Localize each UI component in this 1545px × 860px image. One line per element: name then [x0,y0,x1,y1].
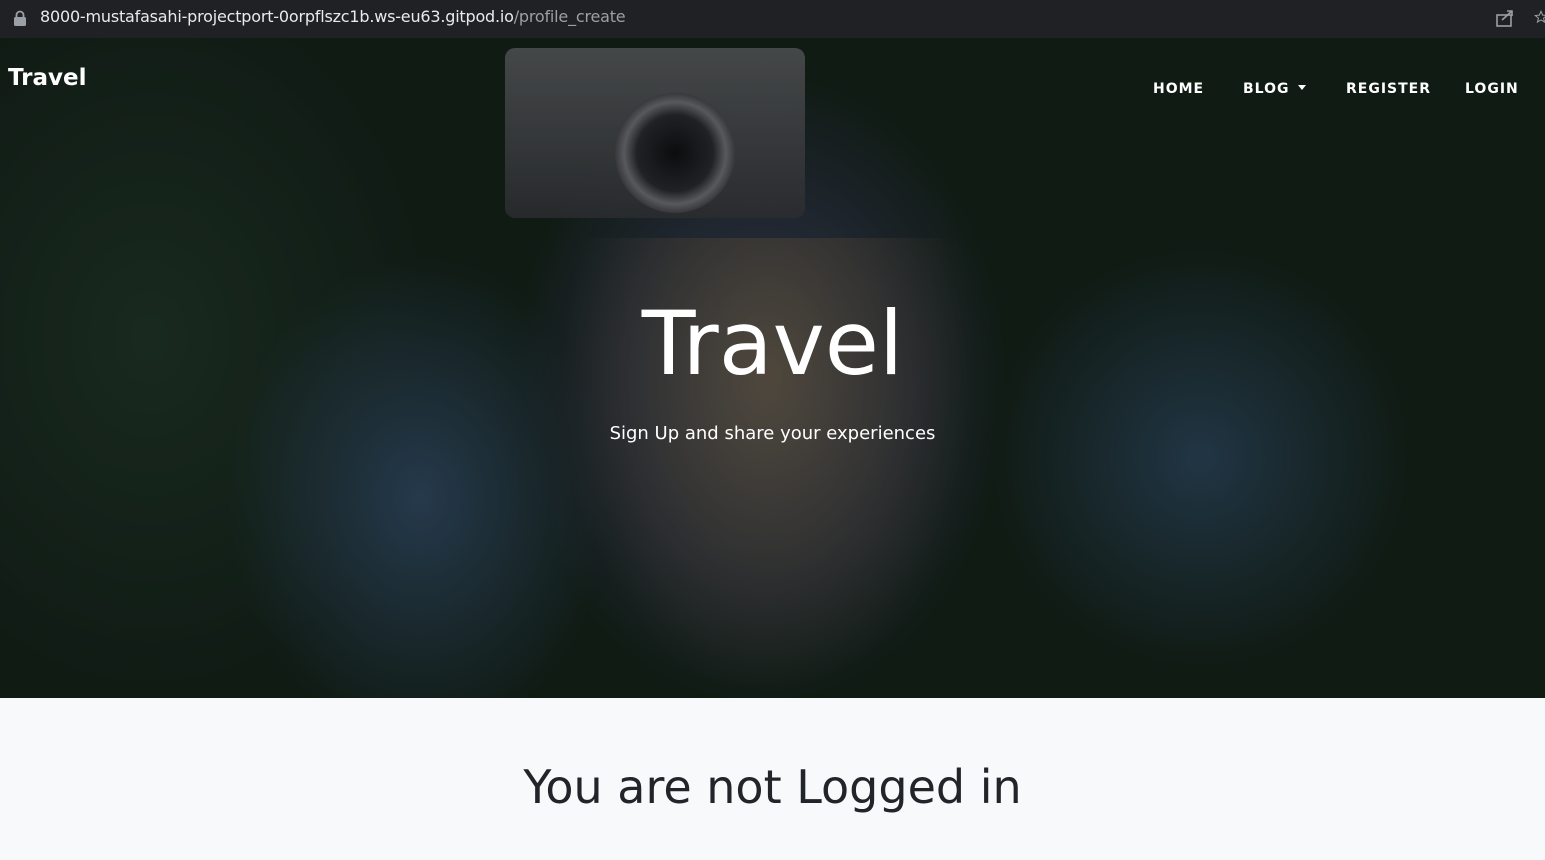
nav-register-link[interactable]: REGISTER [1346,81,1431,97]
share-icon[interactable] [1494,7,1516,29]
nav-blog-label: BLOG [1243,81,1290,97]
url-path: /profile_create [513,7,626,26]
not-logged-in-message: You are not Logged in [523,760,1022,814]
nav-blog-dropdown[interactable]: BLOG [1243,81,1306,97]
lock-icon [14,10,26,26]
url-host: 8000-mustafasahi-projectport-0orpflszc1b… [40,7,514,26]
nav-home-link[interactable]: HOME [1153,81,1204,97]
browser-address-bar[interactable]: 8000-mustafasahi-projectport-0orpflszc1b… [0,0,1545,38]
nav-login-link[interactable]: LOGIN [1465,81,1519,97]
caret-down-icon [1297,85,1306,90]
star-icon[interactable] [1534,6,1545,28]
hero-subtitle: Sign Up and share your experiences [609,423,936,444]
hero-title: Travel [641,292,904,395]
navbar-menu: HOME BLOG REGISTER LOGIN [0,81,1545,101]
url-text[interactable]: 8000-mustafasahi-projectport-0orpflszc1b… [40,7,626,26]
